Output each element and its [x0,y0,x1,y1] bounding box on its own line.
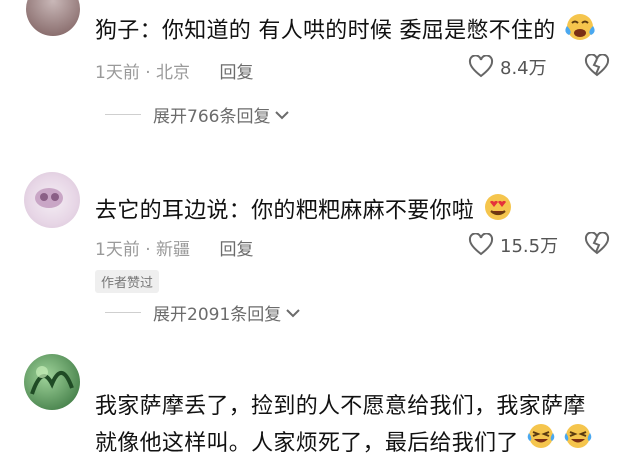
author-liked-badge: 作者赞过 [95,270,160,293]
reply-button[interactable]: 回复 [219,63,253,83]
dislike-button[interactable] [584,53,610,82]
avatar[interactable] [24,172,80,228]
comment-location: 北京 [156,63,191,83]
expand-replies-button[interactable]: 展开2091条回复 [105,300,301,325]
broken-heart-icon [584,231,610,255]
comment-text-line-2: 就像他这样叫。人家烦死了，最后给我们了 [95,422,624,459]
expand-replies-button[interactable]: 展开766条回复 [105,102,290,127]
avatar[interactable] [24,354,80,410]
comment-text: 狗子：你知道的 有人哄的时候 委屈是憋不住的 [95,12,624,51]
like-count: 15.5万 [500,236,559,257]
comment-meta: 1天前 · 北京 回复 [95,63,254,83]
like-count: 8.4万 [500,58,547,79]
heart-icon [468,55,494,78]
chevron-down-icon [286,308,300,317]
comment-text-line-1: 我家萨摩丢了，捡到的人不愿意给我们，我家萨摩 [95,394,586,419]
comment-meta: 1天前 · 新疆 回复 [95,240,254,260]
like-button[interactable]: 15.5万 [468,232,558,258]
heart-icon [468,233,494,256]
divider [105,114,141,115]
comment-text: 我家萨摩丢了，捡到的人不愿意给我们，我家萨摩 就像他这样叫。人家烦死了，最后给我… [95,392,624,459]
crying-face-icon [563,12,597,51]
comment-text: 去它的耳边说：你的粑粑麻麻不要你啦 [95,192,624,231]
comment-time: 1天前 [95,63,140,83]
avatar[interactable] [26,0,80,36]
heart-eyes-face-icon [481,192,515,231]
laughing-crying-face-icon [565,424,592,448]
comment-location: 新疆 [156,240,191,260]
like-button[interactable]: 8.4万 [468,54,547,80]
laughing-crying-face-icon [527,424,555,448]
reply-button[interactable]: 回复 [219,240,253,260]
laughing-crying-face-icons [526,422,593,459]
broken-heart-icon [584,53,610,77]
dislike-button[interactable] [584,231,610,260]
comment-time: 1天前 [95,240,140,260]
divider [105,312,141,313]
chevron-down-icon [275,110,290,119]
